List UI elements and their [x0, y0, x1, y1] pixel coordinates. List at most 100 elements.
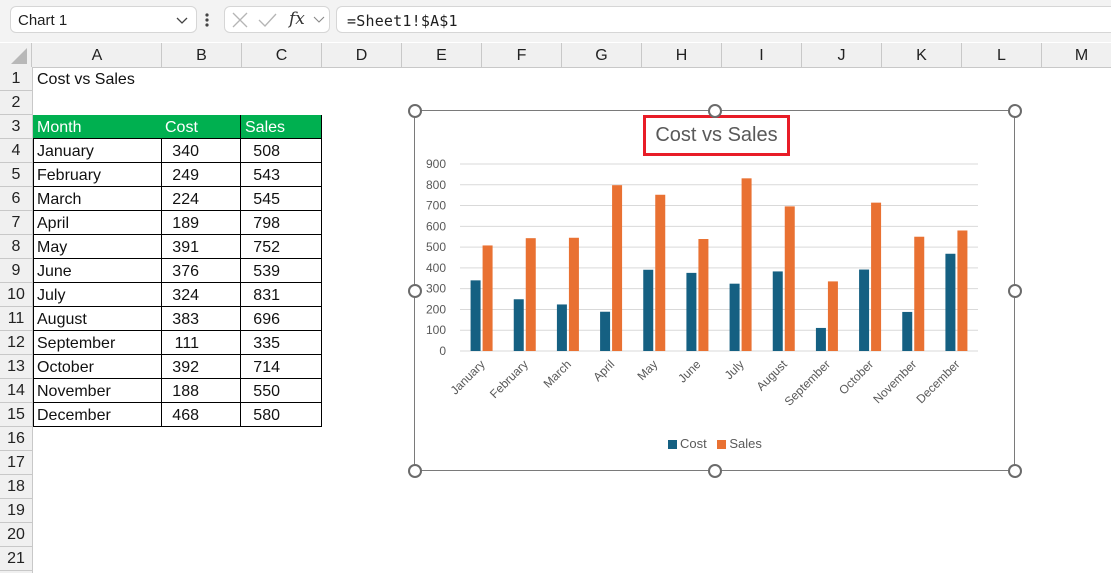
row-header-20[interactable]: 20	[0, 523, 32, 547]
cost-cell[interactable]: 391	[161, 235, 241, 259]
month-cell[interactable]: April	[33, 211, 162, 235]
month-cell[interactable]: July	[33, 283, 162, 307]
cost-cell[interactable]: 340	[161, 139, 241, 163]
resize-handle[interactable]	[708, 464, 722, 478]
row-header-12[interactable]: 12	[0, 331, 32, 355]
bar-sales-february[interactable]	[525, 238, 536, 351]
resize-handle[interactable]	[1008, 104, 1022, 118]
month-cell[interactable]: June	[33, 259, 162, 283]
bar-sales-march[interactable]	[568, 237, 579, 351]
row-header-10[interactable]: 10	[0, 283, 32, 307]
row-header-16[interactable]: 16	[0, 427, 32, 451]
chart-title[interactable]: Cost vs Sales	[643, 124, 790, 147]
row-header-3[interactable]: 3	[0, 115, 32, 139]
chart-legend[interactable]: Cost Sales	[668, 436, 762, 451]
bar-sales-july[interactable]	[741, 178, 752, 351]
sales-cell[interactable]: 545	[241, 187, 322, 211]
check-icon[interactable]	[257, 11, 277, 29]
column-header-m[interactable]: M	[1042, 43, 1111, 67]
bar-cost-june[interactable]	[686, 272, 697, 351]
bar-cost-december[interactable]	[945, 253, 956, 351]
bar-cost-march[interactable]	[556, 304, 567, 351]
row-header-13[interactable]: 13	[0, 355, 32, 379]
bar-sales-april[interactable]	[612, 185, 623, 351]
row-header-4[interactable]: 4	[0, 139, 32, 163]
table-header-cost[interactable]: Cost	[161, 115, 241, 139]
sales-cell[interactable]: 550	[241, 379, 322, 403]
cost-cell[interactable]: 468	[161, 403, 241, 427]
resize-handle[interactable]	[408, 104, 422, 118]
cost-cell[interactable]: 249	[161, 163, 241, 187]
bar-cost-july[interactable]	[729, 283, 740, 351]
bar-cost-november[interactable]	[902, 311, 913, 351]
bar-cost-february[interactable]	[513, 299, 524, 351]
bar-sales-september[interactable]	[827, 281, 838, 351]
cost-cell[interactable]: 324	[161, 283, 241, 307]
row-header-5[interactable]: 5	[0, 163, 32, 187]
month-cell[interactable]: January	[33, 139, 162, 163]
bar-sales-december[interactable]	[957, 230, 968, 351]
row-header-14[interactable]: 14	[0, 379, 32, 403]
row-header-11[interactable]: 11	[0, 307, 32, 331]
bar-sales-november[interactable]	[914, 236, 925, 351]
month-cell[interactable]: December	[33, 403, 162, 427]
bar-sales-may[interactable]	[655, 194, 666, 351]
bar-sales-june[interactable]	[698, 239, 709, 351]
bar-cost-april[interactable]	[600, 311, 611, 351]
row-header-2[interactable]: 2	[0, 91, 32, 115]
sales-cell[interactable]: 752	[241, 235, 322, 259]
month-cell[interactable]: September	[33, 331, 162, 355]
sales-cell[interactable]: 831	[241, 283, 322, 307]
more-options-icon[interactable]	[205, 12, 209, 28]
bar-sales-august[interactable]	[784, 206, 795, 351]
bar-cost-january[interactable]	[470, 280, 481, 351]
column-header-b[interactable]: B	[162, 43, 242, 67]
chevron-down-icon[interactable]	[175, 13, 189, 27]
cost-cell[interactable]: 189	[161, 211, 241, 235]
cost-cell[interactable]: 376	[161, 259, 241, 283]
name-box[interactable]: Chart 1	[10, 6, 197, 33]
sales-cell[interactable]: 508	[241, 139, 322, 163]
column-header-c[interactable]: C	[242, 43, 322, 67]
month-cell[interactable]: March	[33, 187, 162, 211]
sales-cell[interactable]: 714	[241, 355, 322, 379]
row-header-15[interactable]: 15	[0, 403, 32, 427]
bar-cost-september[interactable]	[815, 327, 826, 351]
month-cell[interactable]: August	[33, 307, 162, 331]
sales-cell[interactable]: 696	[241, 307, 322, 331]
row-header-17[interactable]: 17	[0, 451, 32, 475]
cost-cell[interactable]: 224	[161, 187, 241, 211]
row-header-21[interactable]: 21	[0, 547, 32, 571]
bar-sales-october[interactable]	[871, 202, 882, 351]
formula-input[interactable]: =Sheet1!$A$1	[336, 6, 1111, 33]
month-cell[interactable]: October	[33, 355, 162, 379]
column-header-f[interactable]: F	[482, 43, 562, 67]
column-header-d[interactable]: D	[322, 43, 402, 67]
month-cell[interactable]: May	[33, 235, 162, 259]
resize-handle[interactable]	[1008, 284, 1022, 298]
month-cell[interactable]: November	[33, 379, 162, 403]
column-header-h[interactable]: H	[642, 43, 722, 67]
sales-cell[interactable]: 798	[241, 211, 322, 235]
resize-handle[interactable]	[708, 104, 722, 118]
table-header-month[interactable]: Month	[33, 115, 162, 139]
cost-cell[interactable]: 392	[161, 355, 241, 379]
month-cell[interactable]: February	[33, 163, 162, 187]
column-header-e[interactable]: E	[402, 43, 482, 67]
row-header-9[interactable]: 9	[0, 259, 32, 283]
x-icon[interactable]	[231, 11, 249, 29]
column-header-k[interactable]: K	[882, 43, 962, 67]
sales-cell[interactable]: 539	[241, 259, 322, 283]
cost-cell[interactable]: 111	[161, 331, 241, 355]
column-header-i[interactable]: I	[722, 43, 802, 67]
column-header-g[interactable]: G	[562, 43, 642, 67]
row-header-7[interactable]: 7	[0, 211, 32, 235]
row-header-8[interactable]: 8	[0, 235, 32, 259]
bar-sales-january[interactable]	[482, 245, 493, 351]
column-header-j[interactable]: J	[802, 43, 882, 67]
row-header-19[interactable]: 19	[0, 499, 32, 523]
row-header-18[interactable]: 18	[0, 475, 32, 499]
sales-cell[interactable]: 335	[241, 331, 322, 355]
sales-cell[interactable]: 580	[241, 403, 322, 427]
row-header-1[interactable]: 1	[0, 67, 32, 91]
